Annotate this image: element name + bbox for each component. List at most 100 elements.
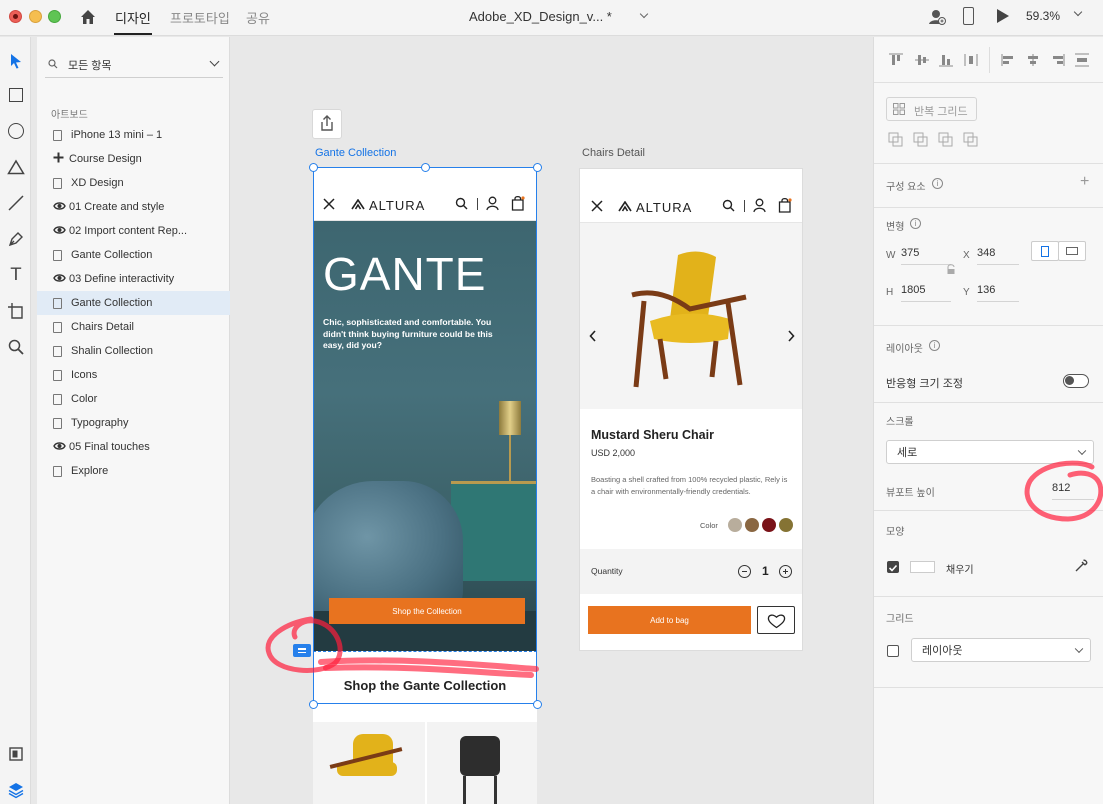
artboard-label-gante[interactable]: Gante Collection (315, 147, 396, 159)
tab-share[interactable]: 공유 (246, 8, 270, 27)
fill-checkbox[interactable] (887, 561, 899, 573)
assets-panel-icon[interactable] (6, 744, 26, 764)
layer-item[interactable]: Gante Collection (37, 243, 230, 267)
intersect-boolean-icon[interactable] (938, 132, 954, 148)
layer-item[interactable]: 03 Define interactivity (37, 267, 230, 291)
y-field[interactable]: 136 (977, 284, 1019, 302)
resize-handle-tl[interactable] (309, 163, 318, 172)
responsive-resize-toggle[interactable] (1063, 374, 1089, 388)
ellipse-tool-icon[interactable] (6, 121, 26, 141)
layer-item[interactable]: Gante Collection (37, 291, 230, 315)
resize-handle-tm[interactable] (421, 163, 430, 172)
layer-item[interactable]: 02 Import content Rep... (37, 219, 230, 243)
zoom-chevron-icon[interactable] (1073, 7, 1083, 17)
layer-item[interactable]: XD Design (37, 171, 230, 195)
layer-item[interactable]: 05 Final touches (37, 435, 230, 459)
x-field[interactable]: 348 (977, 247, 1019, 265)
polygon-tool-icon[interactable] (6, 157, 26, 177)
swatch-0[interactable] (728, 518, 742, 532)
resize-handle-tr[interactable] (533, 163, 542, 172)
align-center-icon[interactable] (1025, 53, 1041, 67)
swatch-1[interactable] (745, 518, 759, 532)
design-canvas[interactable]: Gante Collection Chairs Detail ALTURA GA… (231, 37, 872, 804)
swatch-3[interactable] (779, 518, 793, 532)
align-left-icon[interactable] (1001, 53, 1017, 67)
quantity-increment-button[interactable] (779, 565, 792, 578)
layer-item[interactable]: Color (37, 387, 230, 411)
eye-icon (53, 225, 66, 238)
align-top-icon[interactable] (888, 53, 904, 67)
fill-color-swatch[interactable] (910, 561, 935, 573)
pen-tool-icon[interactable] (6, 229, 26, 249)
scroll-section: 스크롤 세로 뷰포트 높이 812 (874, 402, 1103, 510)
chevron-right-icon[interactable] (787, 330, 795, 342)
tab-prototype[interactable]: 프로토타입 (170, 8, 230, 27)
home-icon[interactable] (79, 8, 97, 26)
portrait-orientation-button[interactable] (1031, 241, 1059, 261)
product-thumb-yellow-chair[interactable] (313, 722, 425, 804)
layer-item[interactable]: Shalin Collection (37, 339, 230, 363)
resize-handle-bl[interactable] (309, 700, 318, 709)
artboard-chairs-detail[interactable]: ALTURA Mustard Sheru Chair USD 2,000 Boa… (579, 168, 803, 651)
grid-type-dropdown[interactable]: 레이아웃 (911, 638, 1091, 662)
search-icon[interactable] (722, 199, 735, 212)
lock-aspect-icon[interactable] (946, 264, 956, 276)
viewport-height-handle[interactable] (293, 644, 311, 657)
layer-item[interactable]: Icons (37, 363, 230, 387)
layer-item[interactable]: Chairs Detail (37, 315, 230, 339)
tab-design[interactable]: 디자인 (115, 8, 151, 27)
layers-panel-icon[interactable] (6, 780, 26, 800)
product-thumb-black-chair[interactable] (427, 722, 537, 804)
wishlist-button[interactable] (757, 606, 795, 634)
eyedropper-icon[interactable] (1074, 559, 1088, 573)
align-middle-icon[interactable] (914, 53, 930, 67)
width-field[interactable]: 375 (901, 247, 951, 265)
artboard-tool-icon[interactable] (6, 301, 26, 321)
layer-item[interactable]: iPhone 13 mini – 1 (37, 123, 230, 147)
add-boolean-icon[interactable] (888, 132, 904, 148)
exclude-boolean-icon[interactable] (963, 132, 979, 148)
close-window-button[interactable] (9, 10, 22, 23)
play-preview-icon[interactable] (997, 9, 1009, 23)
resize-handle-br[interactable] (533, 700, 542, 709)
layer-item[interactable]: Course Design (37, 147, 230, 171)
invite-user-icon[interactable] (928, 8, 946, 26)
distribute-horizontal-icon[interactable] (963, 53, 979, 67)
align-bottom-icon[interactable] (938, 53, 954, 67)
layer-item[interactable]: Typography (37, 411, 230, 435)
line-tool-icon[interactable] (6, 193, 26, 213)
minimize-window-button[interactable] (29, 10, 42, 23)
maximize-window-button[interactable] (48, 10, 61, 23)
device-preview-icon[interactable] (963, 7, 974, 25)
height-field[interactable]: 1805 (901, 284, 951, 302)
add-to-bag-button[interactable]: Add to bag (588, 606, 751, 634)
bag-icon[interactable] (778, 197, 792, 213)
export-button[interactable] (312, 109, 342, 139)
grid-checkbox[interactable] (887, 645, 899, 657)
user-icon[interactable] (753, 198, 766, 213)
select-tool-icon[interactable] (6, 51, 26, 71)
text-tool-icon[interactable]: T (6, 265, 26, 285)
close-icon[interactable] (591, 200, 603, 212)
scroll-direction-dropdown[interactable]: 세로 (886, 440, 1094, 464)
artboard-label-chairs-detail[interactable]: Chairs Detail (582, 147, 645, 159)
viewport-height-field[interactable]: 812 (1052, 482, 1094, 500)
zoom-tool-icon[interactable] (6, 337, 26, 357)
layer-item-label: Color (71, 393, 98, 405)
landscape-orientation-button[interactable] (1058, 241, 1086, 261)
layer-item[interactable]: 01 Create and style (37, 195, 230, 219)
quantity-decrement-button[interactable] (738, 565, 751, 578)
layer-item[interactable]: Explore (37, 459, 230, 483)
repeat-grid-button[interactable]: 반복 그리드 (886, 97, 977, 121)
add-component-icon[interactable]: + (1080, 173, 1089, 191)
eye-icon (53, 201, 66, 214)
title-chevron-icon[interactable] (639, 9, 649, 19)
subtract-boolean-icon[interactable] (913, 132, 929, 148)
layer-filter-dropdown[interactable]: 모든 항목 (45, 52, 223, 78)
chevron-left-icon[interactable] (589, 330, 597, 342)
zoom-level[interactable]: 59.3% (1026, 9, 1060, 23)
align-right-icon[interactable] (1049, 53, 1065, 67)
distribute-vertical-icon[interactable] (1074, 53, 1090, 67)
swatch-2[interactable] (762, 518, 776, 532)
rectangle-tool-icon[interactable] (6, 85, 26, 105)
